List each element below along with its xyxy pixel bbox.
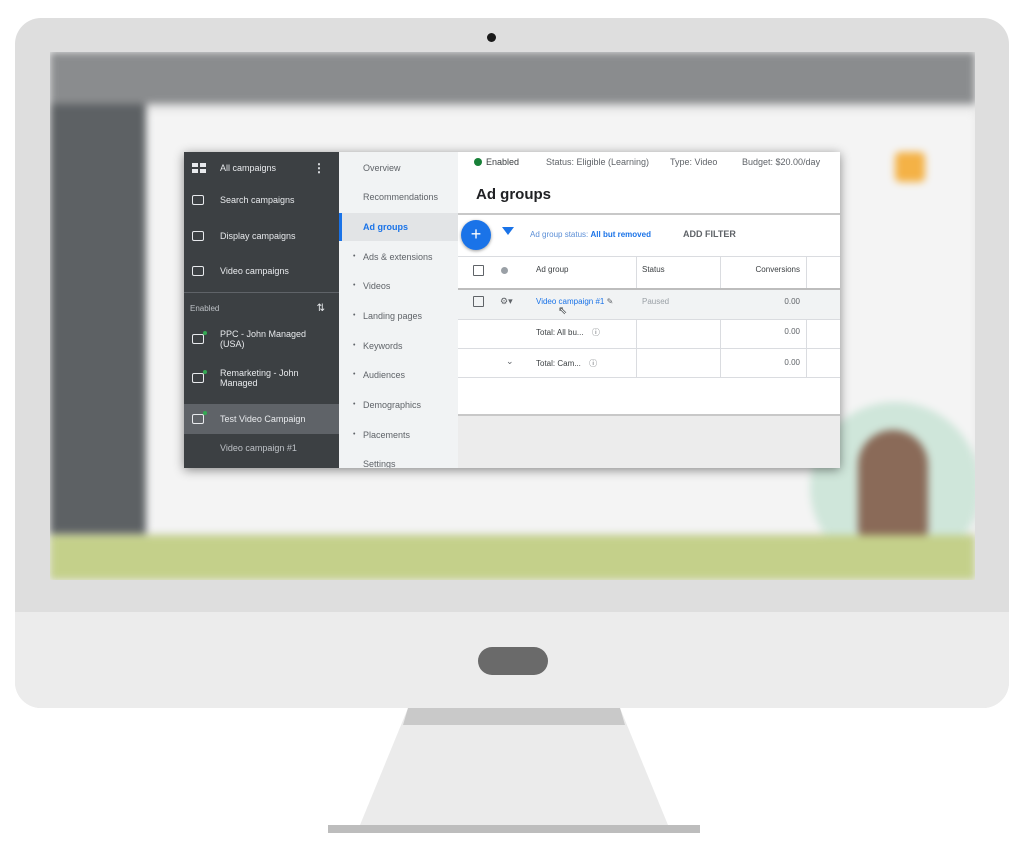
divider	[458, 377, 840, 378]
bg-person	[858, 430, 928, 540]
campaign-budget[interactable]: Budget: $20.00/day	[742, 157, 820, 167]
divider	[458, 213, 840, 215]
filter-icon[interactable]	[502, 227, 514, 235]
sidebar-all-campaigns[interactable]: All campaigns ⋮	[184, 156, 339, 180]
more-vert-icon[interactable]: ⋮	[313, 161, 325, 175]
sort-icon[interactable]: ⇅	[317, 303, 325, 314]
nav-ads-extensions[interactable]: Ads & extensions	[339, 243, 458, 271]
total-row-label: Total: All bu... ⓘ	[536, 327, 600, 338]
total-label: Total: Cam...	[536, 359, 581, 368]
sidebar-label: All campaigns	[220, 163, 277, 173]
sidebar-label: Video campaigns	[220, 266, 289, 276]
status-column-icon	[501, 267, 508, 274]
sidebar-item-search[interactable]: Search campaigns	[184, 188, 339, 212]
nav-recommendations[interactable]: Recommendations	[339, 183, 458, 211]
page-nav: Overview Recommendations Ad groups Ads &…	[339, 152, 458, 468]
nav-settings[interactable]: Settings	[339, 450, 458, 468]
column-header-ad-group[interactable]: Ad group	[536, 265, 568, 274]
mouse-cursor-icon: ⇖	[558, 305, 568, 317]
ad-group-label: Video campaign #1	[220, 443, 297, 453]
divider	[458, 319, 840, 320]
ad-group-item[interactable]: Video campaign #1	[184, 436, 339, 460]
bg-sidebar	[50, 104, 146, 534]
campaign-type: Type: Video	[670, 157, 718, 167]
nav-keywords[interactable]: Keywords	[339, 332, 458, 360]
total-row-label: Total: Cam... ⓘ	[536, 358, 597, 369]
add-button[interactable]: +	[461, 220, 491, 250]
campaign-item[interactable]: PPC - John Managed (USA)	[184, 324, 339, 354]
row-checkbox[interactable]	[473, 296, 484, 307]
campaign-status: Status: Eligible (Learning)	[546, 157, 650, 167]
monitor-logo	[478, 647, 548, 675]
campaign-enabled-status[interactable]: Enabled	[474, 157, 519, 167]
total-label: Total: All bu...	[536, 328, 584, 337]
row-conversions: 0.00	[784, 297, 800, 306]
campaign-sidebar: All campaigns ⋮ Search campaigns Display…	[184, 152, 339, 468]
edit-pencil-icon[interactable]: ✎	[607, 297, 614, 306]
nav-ad-groups[interactable]: Ad groups	[339, 213, 458, 241]
page-title: Ad groups	[476, 186, 551, 203]
sidebar-item-video[interactable]: Video campaigns	[184, 259, 339, 283]
empty-area	[458, 414, 840, 468]
bg-orange-badge	[895, 152, 925, 182]
google-ads-window: All campaigns ⋮ Search campaigns Display…	[184, 152, 840, 468]
sidebar-label: Search campaigns	[220, 195, 295, 205]
section-label: Enabled	[190, 303, 220, 313]
sidebar-item-display[interactable]: Display campaigns	[184, 224, 339, 248]
video-icon	[192, 411, 207, 424]
nav-demographics[interactable]: Demographics	[339, 391, 458, 419]
divider	[458, 256, 840, 257]
bg-green-bar	[50, 535, 975, 580]
expand-chevron-icon[interactable]: ⌄	[506, 356, 514, 367]
filter-value: All but removed	[590, 230, 651, 239]
nav-audiences[interactable]: Audiences	[339, 361, 458, 389]
video-icon	[192, 266, 204, 276]
display-icon	[192, 370, 207, 383]
help-icon[interactable]: ⓘ	[589, 359, 597, 368]
main-content: Enabled Status: Eligible (Learning) Type…	[458, 152, 840, 468]
enabled-label: Enabled	[486, 157, 520, 167]
row-conversions: 0.00	[784, 327, 800, 336]
filter-chip[interactable]: Ad group status: All but removed	[530, 230, 651, 239]
help-icon[interactable]: ⓘ	[592, 328, 600, 337]
filter-label: Ad group status:	[530, 230, 589, 239]
status-gear-dropdown-icon[interactable]: ⚙▾	[500, 296, 513, 307]
campaign-item[interactable]: Remarketing - John Managed	[184, 363, 339, 393]
ad-group-name[interactable]: Video campaign #1	[536, 297, 604, 306]
column-header-conversions[interactable]: Conversions	[722, 265, 800, 274]
nav-videos[interactable]: Videos	[339, 272, 458, 300]
campaign-label: Test Video Campaign	[220, 414, 306, 424]
search-icon	[192, 331, 207, 344]
grid-icon	[192, 163, 206, 173]
select-all-checkbox[interactable]	[473, 265, 484, 276]
sidebar-label: Display campaigns	[220, 231, 296, 241]
nav-landing-pages[interactable]: Landing pages	[339, 302, 458, 330]
ad-group-link[interactable]: Video campaign #1 ✎	[536, 297, 613, 306]
monitor-stand	[328, 708, 700, 833]
column-header-status[interactable]: Status	[642, 265, 665, 274]
divider	[184, 292, 339, 293]
nav-overview[interactable]: Overview	[339, 154, 458, 182]
nav-placements[interactable]: Placements	[339, 421, 458, 449]
campaign-label: PPC - John Managed (USA)	[220, 329, 307, 349]
campaign-label: Remarketing - John Managed	[220, 368, 299, 388]
campaign-item-selected[interactable]: Test Video Campaign	[184, 404, 339, 434]
camera-icon	[487, 33, 496, 42]
bg-toolbar	[50, 52, 975, 104]
search-icon	[192, 195, 204, 205]
row-conversions: 0.00	[784, 358, 800, 367]
add-filter-button[interactable]: ADD FILTER	[683, 229, 736, 239]
section-enabled: Enabled ⇅	[184, 298, 339, 318]
status-dot-icon	[474, 158, 482, 166]
divider	[458, 348, 840, 349]
row-status: Paused	[642, 297, 670, 306]
display-icon	[192, 231, 204, 241]
